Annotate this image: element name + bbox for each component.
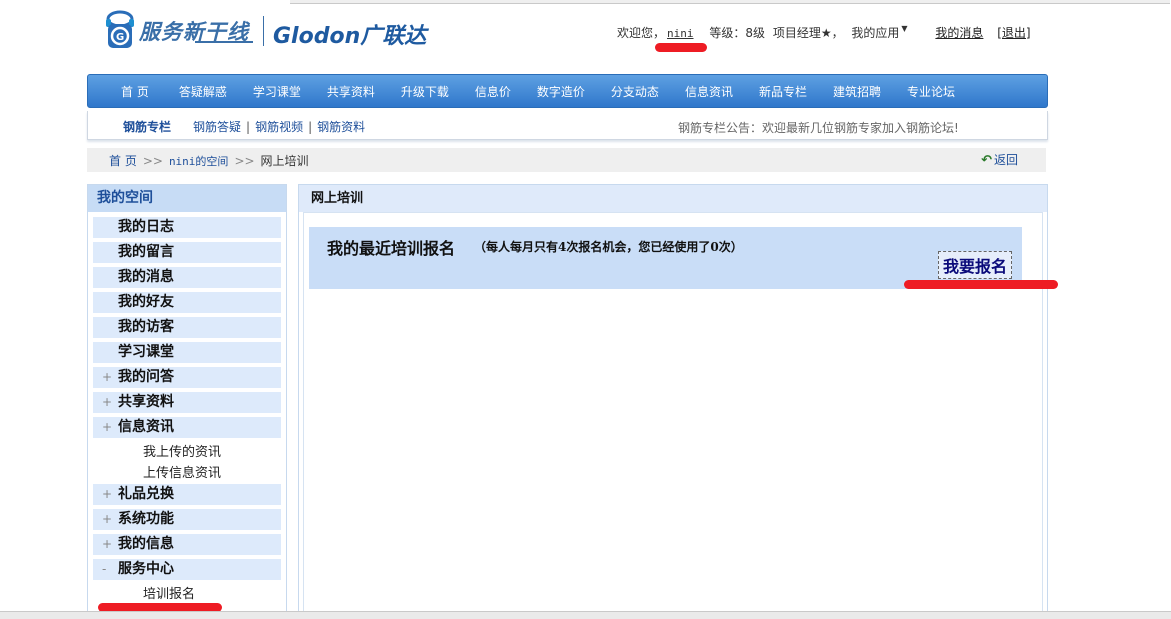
sidebar-item[interactable]: 我的日志 [93, 217, 281, 238]
nav-item[interactable]: 答疑解惑 [179, 83, 227, 100]
username-link[interactable]: nini [667, 27, 694, 40]
sidebar-item-label: 我的访客 [118, 319, 174, 335]
back-link[interactable]: ↶ 返回 [981, 151, 1018, 168]
subnav-current[interactable]: 钢筋专栏 [123, 118, 171, 135]
logo-underline [195, 41, 253, 43]
sidebar-item-label: 共享资料 [118, 394, 174, 410]
sidebar-subitem[interactable]: 我上传的资讯 [93, 442, 281, 463]
sidebar-item[interactable]: + 系统功能 [93, 509, 281, 530]
subnav-links: 钢筋答疑 | 钢筋视频 | 钢筋资料 [193, 118, 365, 135]
subnav-separator: | [246, 120, 251, 134]
sidebar-item-label: 我的问答 [118, 369, 174, 385]
training-title: 我的最近培训报名 [327, 239, 456, 258]
back-label: 返回 [993, 153, 1018, 167]
sidebar-item-label: 上传信息资讯 [143, 466, 222, 481]
sidebar: 我的空间 我的日志 我的留言 我的消息 我的好友 我的访客 学习课堂 + 我的问答 + 共享资料 +… [87, 184, 287, 619]
expand-icon[interactable]: + [102, 417, 112, 438]
nav-item[interactable]: 数字造价 [537, 83, 585, 100]
svg-text:G: G [116, 32, 124, 43]
expand-icon[interactable]: + [102, 509, 112, 530]
nav-item[interactable]: 建筑招聘 [833, 83, 881, 100]
sidebar-subitem[interactable]: 上传信息资讯 [93, 463, 281, 484]
back-arrow-icon: ↶ [981, 153, 992, 168]
user-title: 项目经理★， [772, 26, 844, 40]
sidebar-item[interactable]: + 共享资料 [93, 392, 281, 413]
sidebar-item-label: 我的日志 [118, 219, 174, 235]
logo-divider [263, 16, 264, 46]
main-content: 网上培训 我的最近培训报名 （每人每月只有4次报名机会，您已经使用了0次） 我要… [298, 184, 1048, 619]
training-note: （每人每月只有4次报名机会，您已经使用了0次） [474, 240, 743, 254]
collapse-icon[interactable]: - [102, 559, 106, 580]
sidebar-title: 我的空间 [88, 185, 286, 212]
logout-link[interactable]: [退出] [997, 26, 1030, 40]
highlight-mark [655, 43, 707, 52]
nav-item[interactable]: 学习课堂 [253, 83, 301, 100]
sidebar-item-label: 学习课堂 [118, 344, 174, 360]
expand-icon[interactable]: + [102, 392, 112, 413]
headset-logo-icon: G [106, 10, 134, 48]
subnav-link-videos[interactable]: 钢筋视频 [255, 120, 303, 134]
breadcrumb: 首 页 >> nini的空间 >> 网上培训 ↶ 返回 [87, 148, 1046, 172]
user-bar: 欢迎您， nini 等级：8级 项目经理★， 我的应用 ▼ 我的消息 [退出] [617, 24, 1041, 41]
sidebar-item-label: 信息资讯 [118, 419, 174, 435]
subnav-link-answers[interactable]: 钢筋答疑 [193, 120, 241, 134]
sidebar-item-label: 我的信息 [118, 536, 174, 552]
sidebar-item[interactable]: 我的留言 [93, 242, 281, 263]
user-level: 等级：8级 [709, 26, 765, 40]
subnav-notice[interactable]: 钢筋专栏公告：欢迎最新几位钢筋专家加入钢筋论坛! [678, 119, 959, 136]
nav-item[interactable]: 首 页 [121, 83, 149, 100]
sidebar-subitem[interactable]: 培训报名 [93, 584, 281, 605]
expand-icon[interactable]: + [102, 367, 112, 388]
sidebar-item-label: 礼品兑换 [118, 486, 174, 502]
highlight-mark [904, 280, 1058, 289]
sidebar-item[interactable]: + 礼品兑换 [93, 484, 281, 505]
nav-item[interactable]: 信息价 [475, 83, 511, 100]
nav-item[interactable]: 共享资料 [327, 83, 375, 100]
sidebar-item[interactable]: 我的消息 [93, 267, 281, 288]
nav-item[interactable]: 信息资讯 [685, 83, 733, 100]
breadcrumb-sep: >> [234, 154, 255, 168]
sidebar-item[interactable]: - 服务中心 [93, 559, 281, 580]
breadcrumb-home[interactable]: 首 页 [109, 154, 137, 168]
my-messages-link[interactable]: 我的消息 [935, 26, 983, 40]
nav-item[interactable]: 分支动态 [611, 83, 659, 100]
content-title: 网上培训 [299, 185, 1047, 212]
welcome-text: 欢迎您， [617, 26, 666, 40]
breadcrumb-current: 网上培训 [260, 154, 309, 168]
my-apps-menu[interactable]: 我的应用 ▼ [851, 24, 909, 40]
sidebar-item[interactable]: + 信息资讯 [93, 417, 281, 438]
sidebar-item[interactable]: 学习课堂 [93, 342, 281, 363]
expand-icon[interactable]: + [102, 534, 112, 555]
top-scrollbar [290, 0, 1170, 4]
nav-item[interactable]: 升级下载 [401, 83, 449, 100]
sidebar-item-label: 我上传的资讯 [143, 445, 222, 460]
nav-item[interactable]: 专业论坛 [907, 83, 955, 100]
sidebar-item-label: 我的消息 [118, 269, 174, 285]
sidebar-item-label: 培训报名 [143, 587, 196, 602]
sidebar-item-label: 我的留言 [118, 244, 174, 260]
enroll-button[interactable]: 我要报名 [937, 251, 1012, 279]
sidebar-item[interactable]: + 我的问答 [93, 367, 281, 388]
sidebar-item-label: 服务中心 [118, 561, 174, 577]
sub-nav: 钢筋专栏 钢筋答疑 | 钢筋视频 | 钢筋资料 钢筋专栏公告：欢迎最新几位钢筋专家加入钢… [87, 111, 1048, 140]
breadcrumb-space[interactable]: nini的空间 [169, 155, 229, 168]
nav-item[interactable]: 新品专栏 [759, 83, 807, 100]
subnav-separator: | [308, 120, 313, 134]
site-logo[interactable]: G 服务新干线 Glodon广联达 [103, 8, 433, 52]
subnav-link-materials[interactable]: 钢筋资料 [317, 120, 365, 134]
breadcrumb-sep: >> [142, 154, 163, 168]
sidebar-item-label: 我的好友 [118, 294, 174, 310]
caret-down-icon: ▼ [901, 24, 908, 33]
sidebar-item[interactable]: 我的好友 [93, 292, 281, 313]
sidebar-item[interactable]: + 我的信息 [93, 534, 281, 555]
my-apps-label: 我的应用 [851, 26, 900, 40]
logo-brand-text: Glodon广联达 [273, 24, 427, 49]
sidebar-item-label: 系统功能 [118, 511, 174, 527]
main-nav: 首 页 答疑解惑 学习课堂 共享资料 升级下载 信息价 数字造价 分支动态 信息资讯 新品专栏 建筑… [87, 74, 1048, 108]
expand-icon[interactable]: + [102, 484, 112, 505]
sidebar-item[interactable]: 我的访客 [93, 317, 281, 338]
